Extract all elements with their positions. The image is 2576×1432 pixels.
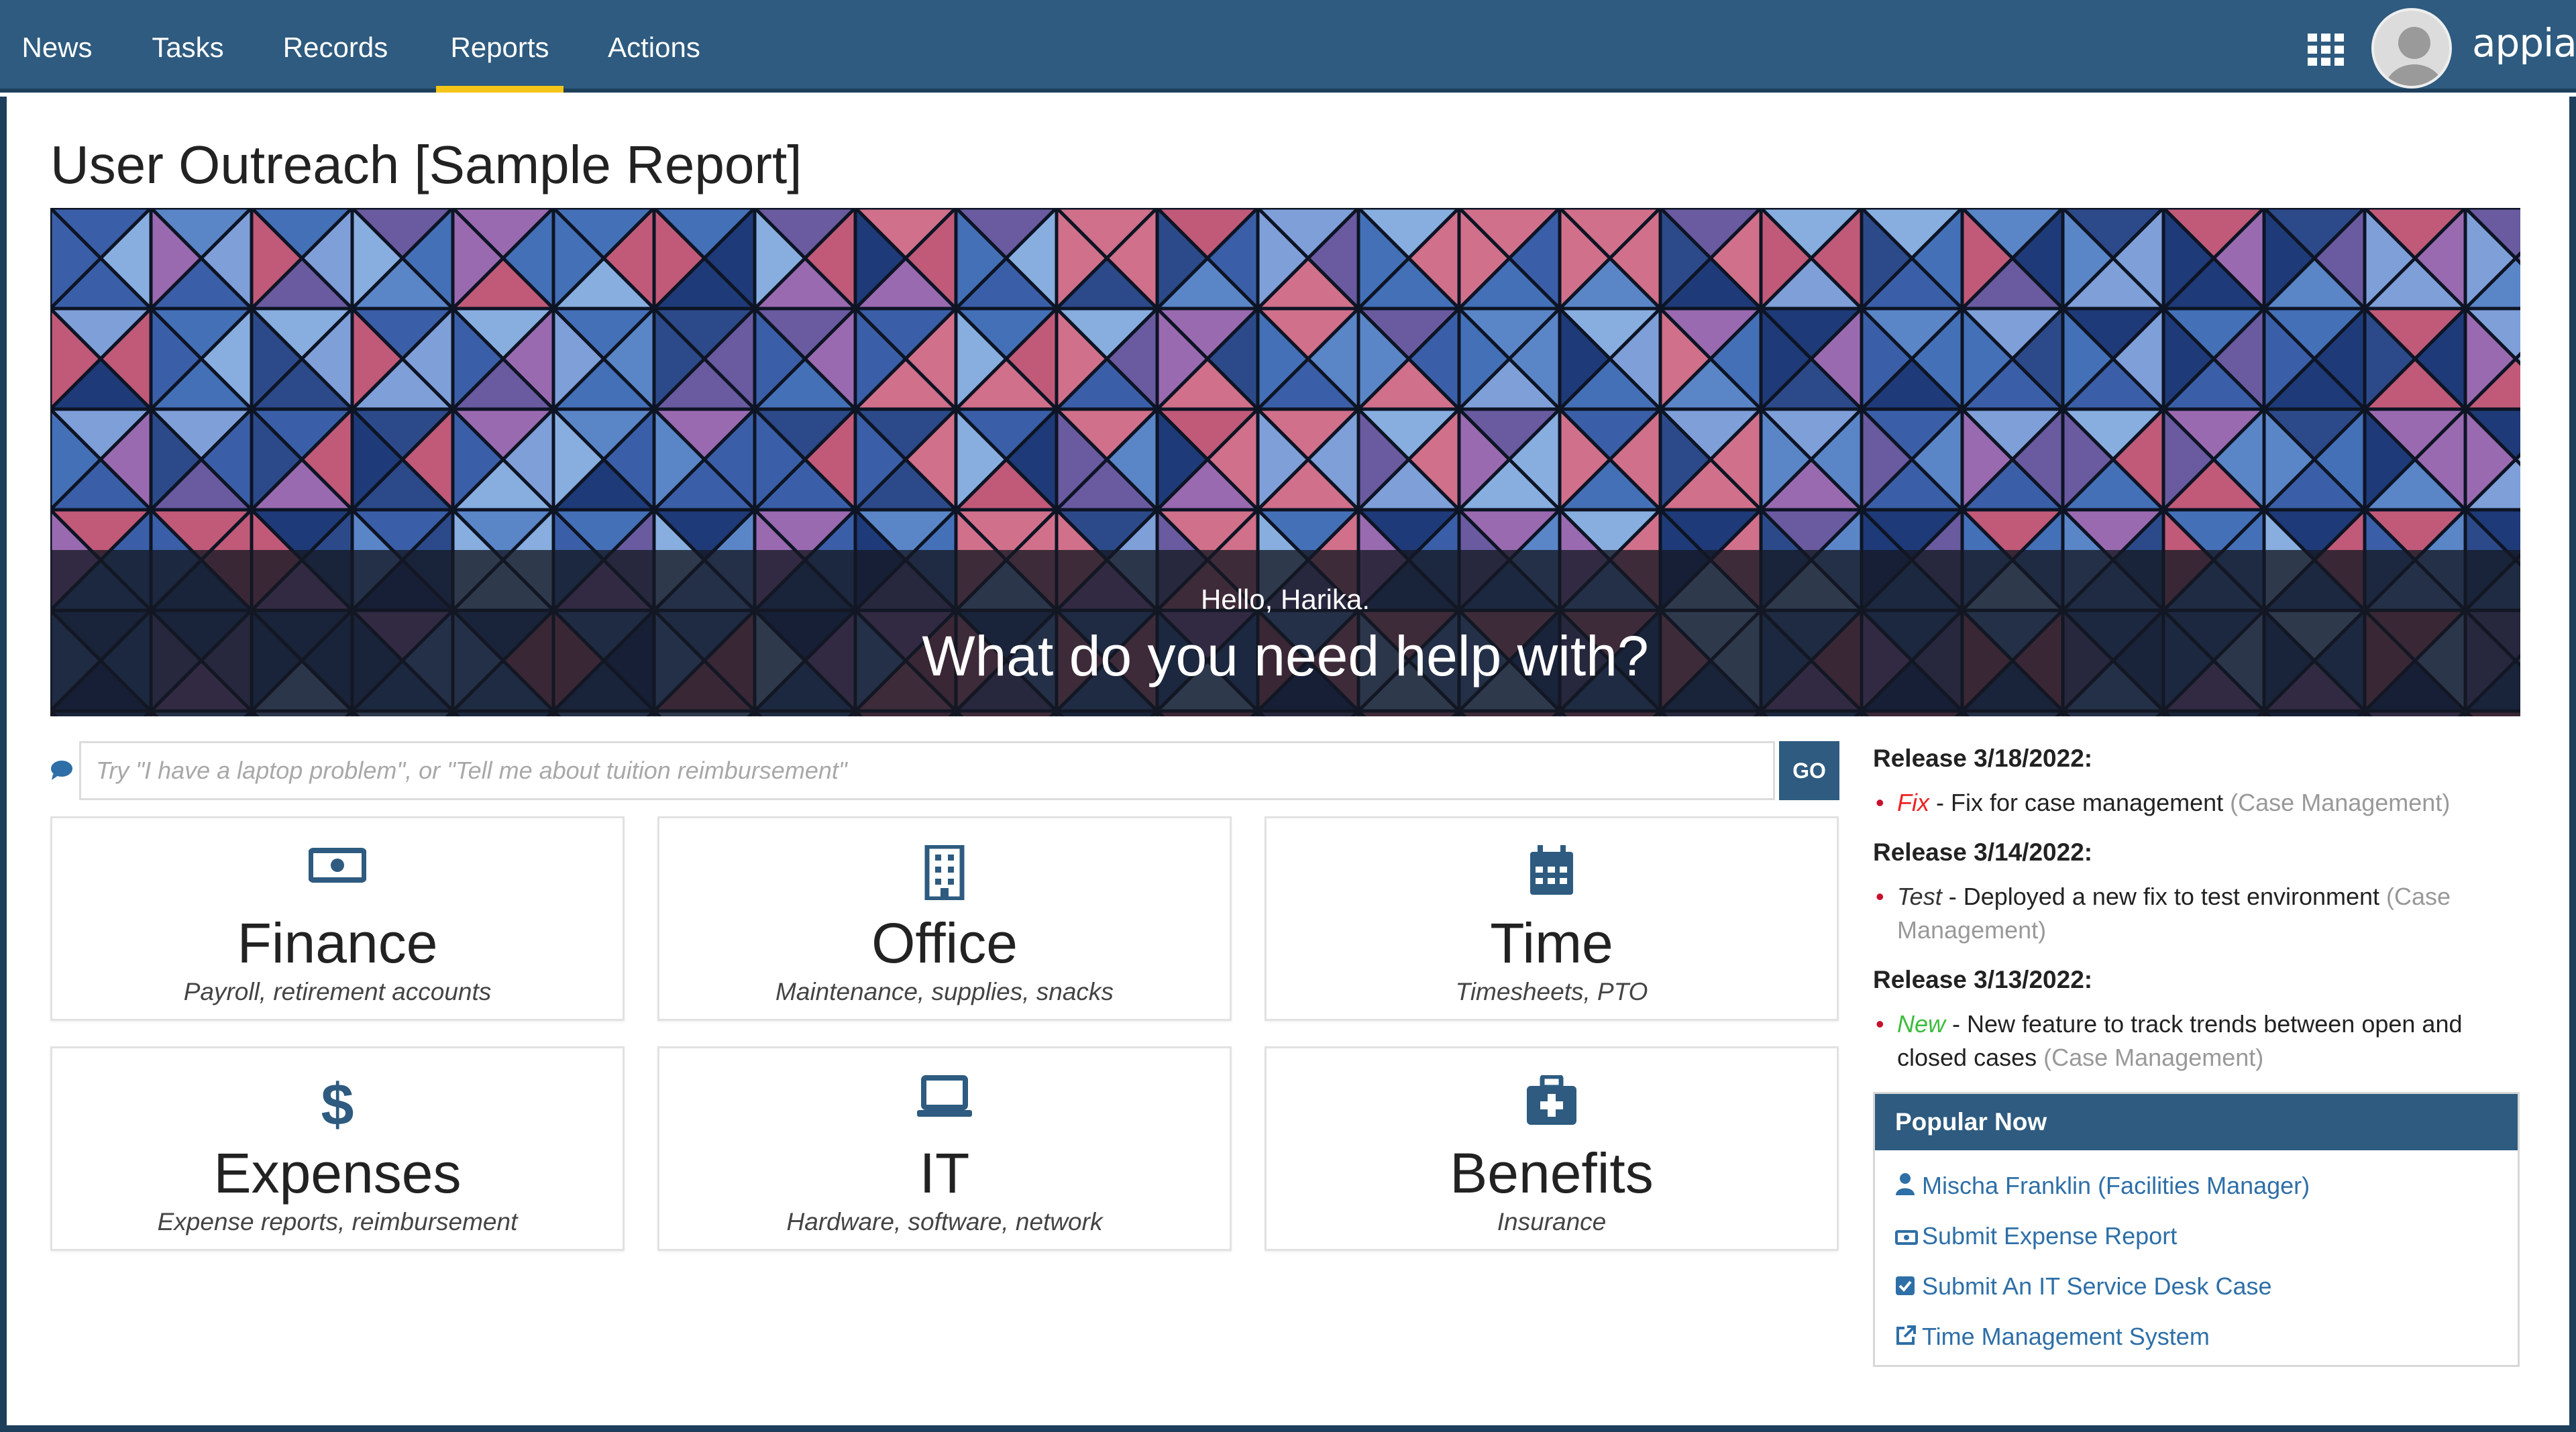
release-note: • Fix - Fix for case management (Case Ma… [1876,786,2514,820]
popular-link-contact[interactable]: Mischa Franklin (Facilities Manager) [1895,1169,2310,1203]
laptop-icon [917,1075,972,1117]
bullet: • [1876,1010,1884,1038]
card-subtitle: Hardware, software, network [786,1208,1103,1235]
release-area: (Case Management) [2043,1044,2264,1071]
release-note: • New - New feature to track trends betw… [1876,1007,2514,1075]
popular-link-time-system[interactable]: Time Management System [1895,1320,2210,1354]
medkit-icon [1527,1075,1576,1125]
release-tag: New [1897,1010,1946,1038]
card-subtitle: Payroll, retirement accounts [183,978,492,1005]
top-nav-bar: News Tasks Records Reports Actions appia… [0,0,2576,93]
card-subtitle: Insurance [1497,1208,1607,1235]
card-office[interactable]: Office Maintenance, supplies, snacks [657,816,1232,1021]
popular-link-label: Submit An IT Service Desk Case [1922,1272,2272,1300]
card-expenses[interactable]: $ Expenses Expense reports, reimbursemen… [50,1046,625,1251]
card-subtitle: Timesheets, PTO [1455,978,1648,1005]
popular-now-heading: Popular Now [1875,1094,2518,1150]
card-subtitle: Expense reports, reimbursement [157,1208,518,1235]
popular-now-panel: Popular Now Mischa Franklin (Facilities … [1873,1092,2520,1367]
release-heading: Release 3/13/2022: [1873,966,2093,993]
svg-text:$: $ [321,1075,354,1133]
popular-link-label: Time Management System [1922,1323,2210,1350]
card-time[interactable]: Time Timesheets, PTO [1265,816,1839,1021]
popular-link-it-case[interactable]: Submit An IT Service Desk Case [1895,1270,2272,1303]
card-subtitle: Maintenance, supplies, snacks [775,978,1114,1005]
money-icon [1895,1221,1922,1254]
card-title: Time [1490,912,1613,975]
popular-link-label: Mischa Franklin (Facilities Manager) [1922,1172,2310,1199]
user-silhouette-icon [2385,27,2444,86]
bullet: • [1876,789,1884,816]
nav-tab-tasks[interactable]: Tasks [141,0,235,93]
building-icon [924,845,965,900]
card-title: Expenses [213,1142,462,1205]
release-heading: Release 3/14/2022: [1873,838,2093,866]
page-title: User Outreach [Sample Report] [50,135,802,195]
chat-icon [51,761,72,780]
external-link-icon [1895,1321,1922,1355]
nav-tab-reports[interactable]: Reports [436,0,564,93]
hero-banner: Hello, Harika. What do you need help wit… [50,208,2520,716]
appian-logo: appian [2472,20,2576,66]
card-title: Finance [237,912,438,975]
go-button[interactable]: GO [1779,741,1839,800]
card-it[interactable]: IT Hardware, software, network [657,1046,1232,1251]
search-input[interactable] [79,741,1775,800]
money-icon [309,848,366,883]
nav-tab-actions[interactable]: Actions [597,0,711,93]
app-grid-icon[interactable] [2308,34,2344,66]
release-tag: Fix [1897,789,1929,816]
release-text: - Deployed a new fix to test environment [1941,883,2387,910]
dollar-icon: $ [321,1075,354,1133]
card-benefits[interactable]: Benefits Insurance [1265,1046,1839,1251]
card-title: Office [871,912,1018,975]
card-finance[interactable]: Finance Payroll, retirement accounts [50,816,625,1021]
release-tag: Test [1897,883,1942,910]
nav-tab-records[interactable]: Records [275,0,396,93]
banner-headline: What do you need help with? [922,624,1649,687]
card-title: IT [919,1142,970,1205]
popular-link-expense[interactable]: Submit Expense Report [1895,1219,2177,1253]
popular-link-label: Submit Expense Report [1922,1222,2178,1250]
user-avatar[interactable] [2371,8,2452,89]
release-text: - Fix for case management [1929,789,2231,816]
bullet: • [1876,883,1884,910]
release-area: (Case Management) [2230,789,2451,816]
release-heading: Release 3/18/2022: [1873,745,2093,772]
checkbox-icon [1895,1271,1922,1305]
nav-tab-news[interactable]: News [13,0,101,93]
release-note: • Test - Deployed a new fix to test envi… [1876,880,2514,947]
greeting-text: Hello, Harika. [1200,584,1371,615]
card-title: Benefits [1450,1142,1654,1205]
user-icon [1895,1170,1922,1204]
calendar-icon [1530,845,1573,895]
